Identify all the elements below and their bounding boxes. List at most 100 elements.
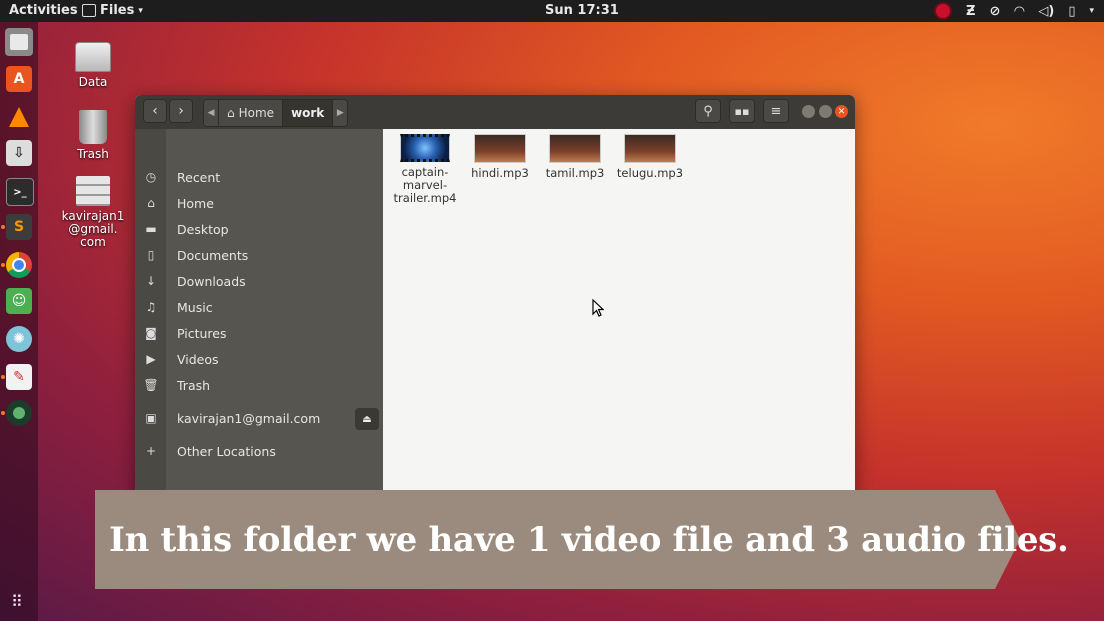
download-icon: ⇩ (13, 145, 25, 161)
desktop-icon-data[interactable]: Data (58, 42, 128, 89)
sublime-launcher[interactable]: S (6, 214, 32, 240)
breadcrumb-scroll-left-icon[interactable]: ◀ (204, 100, 218, 126)
clock[interactable]: Sun 17:31 (545, 3, 619, 18)
file-name-line: trailer.mp4 (393, 191, 457, 205)
volume-icon[interactable]: ◁) (1038, 4, 1054, 19)
close-icon: ✕ (837, 106, 846, 117)
breadcrumb-scroll-right-icon[interactable]: ▶ (332, 100, 348, 126)
chevron-left-icon: ‹ (152, 103, 158, 119)
file-item-audio[interactable]: telugu.mp3 (614, 134, 686, 180)
sidebar-item-pictures[interactable]: ◙ Pictures (135, 321, 383, 347)
desktop-icon-label: Trash (77, 147, 109, 161)
activities-button[interactable]: Activities (9, 3, 78, 18)
chrome-launcher[interactable] (6, 252, 32, 278)
sidebar-item-desktop[interactable]: ▬ Desktop (135, 217, 383, 243)
file-item-audio[interactable]: hindi.mp3 (464, 134, 536, 180)
terminal-launcher[interactable]: >_ (6, 178, 34, 206)
header-bar: ‹ › ◀ ⌂ Home work ▶ ⚲ ▪▪ ≡ ✕ (135, 95, 855, 129)
caption-banner: In this folder we have 1 video file and … (95, 490, 1069, 589)
sidebar-item-trash[interactable]: 🗑 Trash (135, 373, 383, 399)
file-name: hindi.mp3 (471, 166, 529, 180)
sidebar-item-other-locations[interactable]: + Other Locations (135, 439, 383, 465)
sidebar-item-device[interactable]: ▣ kavirajan1@gmail.com ⏏ (135, 406, 383, 432)
desktop-icon-label: Data (78, 75, 108, 89)
chevron-right-icon: › (178, 103, 184, 119)
app-menu-label: Files (100, 3, 135, 18)
close-button[interactable]: ✕ (835, 105, 848, 118)
minimize-button[interactable] (802, 105, 815, 118)
wifi-icon[interactable]: ◠ (1014, 4, 1024, 19)
desktop-icon-network[interactable]: kavirajan1 @gmail. com (58, 176, 128, 249)
system-menu-caret-icon[interactable]: ▾ (1089, 6, 1094, 16)
file-view[interactable]: captain- marvel- trailer.mp4 hindi.mp3 t… (384, 129, 855, 495)
breadcrumb-home[interactable]: ⌂ Home (218, 100, 283, 126)
file-manager-window: ‹ › ◀ ⌂ Home work ▶ ⚲ ▪▪ ≡ ✕ ◷ Recent ⌂ … (135, 95, 855, 495)
download-icon: ↓ (145, 274, 157, 288)
record-icon[interactable] (934, 2, 953, 20)
sidebar-item-label: Documents (177, 248, 249, 263)
sidebar-item-label: Pictures (177, 326, 227, 341)
sidebar-item-recent[interactable]: ◷ Recent (135, 165, 383, 191)
android-launcher[interactable]: ☺ (6, 288, 32, 314)
vlc-launcher[interactable] (6, 104, 32, 130)
mouse-cursor-icon (592, 299, 604, 317)
text-editor-launcher[interactable]: ✎ (6, 364, 32, 390)
system-tray: Ƶ ⊘ ◠ ◁) ▯ ▾ (934, 2, 1094, 20)
app-menu[interactable]: Files ▾ (82, 3, 143, 18)
desktop-icon-label-line: com (80, 235, 106, 249)
sidebar-item-documents[interactable]: ▯ Documents (135, 243, 383, 269)
audio-thumbnail-icon (624, 134, 676, 163)
maximize-button[interactable] (819, 105, 832, 118)
search-button[interactable]: ⚲ (695, 99, 721, 123)
list-view-icon: ▪▪ (734, 104, 750, 118)
file-name: tamil.mp3 (545, 166, 605, 180)
clock-icon: ◷ (145, 170, 157, 184)
sidebar-item-videos[interactable]: ▶ Videos (135, 347, 383, 373)
audio-thumbnail-icon (549, 134, 601, 163)
trash-icon: 🗑 (143, 378, 159, 392)
caption-text: In this folder we have 1 video file and … (109, 520, 1069, 560)
running-indicator (1, 375, 5, 379)
eject-button[interactable]: ⏏ (355, 408, 379, 430)
forward-button[interactable]: › (169, 99, 193, 123)
video-icon: ▶ (146, 352, 156, 366)
battery-icon[interactable]: ▯ (1068, 4, 1075, 19)
vlc-cone-icon (9, 107, 29, 127)
folder-icon: ▬ (145, 222, 157, 236)
video-thumbnail-icon (400, 134, 450, 162)
home-icon: ⌂ (147, 196, 155, 210)
file-cabinet-icon (10, 34, 28, 50)
menu-button[interactable]: ≡ (763, 99, 789, 123)
desktop-icon-trash[interactable]: Trash (58, 110, 128, 161)
sidebar-item-home[interactable]: ⌂ Home (135, 191, 383, 217)
sidebar-item-label: Downloads (177, 274, 246, 289)
camera-icon: ◙ (145, 326, 157, 340)
zeal-icon[interactable]: Ƶ (966, 4, 975, 19)
chrome-icon (12, 258, 26, 272)
app-launcher[interactable]: ✺ (6, 326, 32, 352)
muted-notification-icon[interactable]: ⊘ (989, 4, 1000, 19)
sidebar-item-label: Music (177, 300, 213, 315)
dock: A ⇩ >_ S ☺ ✺ ✎ ⠿ (0, 22, 38, 621)
sidebar-item-downloads[interactable]: ↓ Downloads (135, 269, 383, 295)
sidebar-item-label: Other Locations (177, 444, 276, 459)
files-launcher[interactable] (5, 28, 33, 56)
drive-icon (75, 42, 111, 72)
text-editor-icon: ✎ (13, 369, 25, 385)
back-button[interactable]: ‹ (143, 99, 167, 123)
sidebar-item-music[interactable]: ♫ Music (135, 295, 383, 321)
view-toggle-button[interactable]: ▪▪ (729, 99, 755, 123)
network-drive-icon: ▣ (145, 411, 157, 425)
breadcrumb-current[interactable]: work (282, 100, 333, 126)
file-item-audio[interactable]: tamil.mp3 (539, 134, 611, 180)
running-indicator (1, 263, 5, 267)
file-item-video[interactable]: captain- marvel- trailer.mp4 (389, 134, 461, 205)
camera-launcher[interactable] (6, 400, 32, 426)
audio-thumbnail-icon (474, 134, 526, 163)
software-launcher[interactable]: A (6, 66, 32, 92)
files-app-icon (82, 4, 96, 17)
network-drive-icon (76, 176, 110, 206)
downloader-launcher[interactable]: ⇩ (6, 140, 32, 166)
show-applications-icon[interactable]: ⠿ (11, 594, 27, 610)
sidebar-item-label: Trash (177, 378, 211, 393)
